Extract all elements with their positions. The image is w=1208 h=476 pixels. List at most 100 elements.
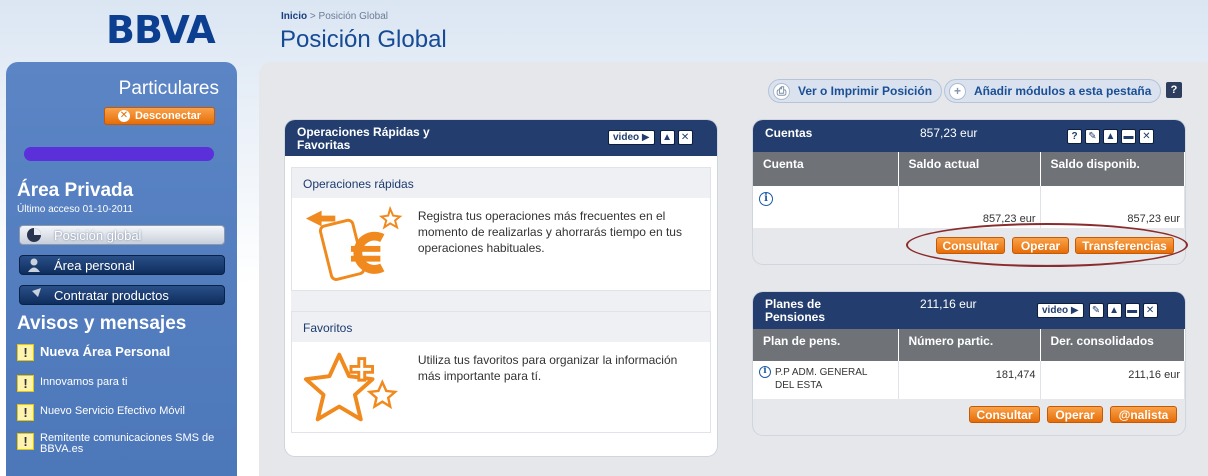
cuentas-total: 857,23 eur [920,126,978,140]
widget-controls: video ▶ ▲ ✕ [608,130,693,145]
nav-label: Posición global [54,227,142,243]
avisos-title: Avisos y mensajes [17,313,187,334]
aviso-label: Nueva Área Personal [40,344,171,359]
close-icon[interactable]: ✕ [677,130,693,145]
warning-icon: ! [17,433,34,450]
cuentas-title: Cuentas [765,126,813,140]
operaciones-title: Operaciones Rápidas y Favoritas [297,125,430,152]
video-button[interactable]: video ▶ [1037,303,1084,318]
highlight-ellipse [906,223,1188,267]
edit-icon[interactable]: ✎ [1085,129,1100,144]
rapidas-text: Registra tus operaciones más frecuentes … [417,209,682,255]
minimize-icon[interactable]: ▬ [1124,303,1140,318]
cuentas-header: Cuentas 857,23 eur ? ✎ ▲ ▬ ✕ [753,120,1185,152]
close-icon: ✕ [117,110,130,122]
planes-header: Planes de Pensiones 211,16 eur video ▶ ✎… [753,292,1185,329]
warning-icon: ! [17,404,34,421]
disconnect-label: Desconectar [134,110,202,122]
consultar-button[interactable]: Consultar [969,406,1040,423]
derechos-cell: 211,16 eur [1040,361,1185,399]
info-icon[interactable]: i [759,366,771,378]
aviso-label: Remitente comunicaciones SMS de BBVA.es [40,432,215,455]
planes-table: Plan de pens. Número partic. Der. consol… [753,329,1185,399]
plus-icon: + [949,82,966,100]
print-position-label: Ver o Imprimir Posición [798,84,933,98]
collapse-icon[interactable]: ▲ [1103,129,1118,144]
nav-contratar-productos[interactable]: Contratar productos [19,285,225,305]
warning-icon: ! [17,375,34,392]
aviso-item[interactable]: ! Innovamos para ti [17,375,232,392]
info-icon[interactable]: i [759,192,773,206]
close-icon[interactable]: ✕ [1142,303,1158,318]
aviso-item[interactable]: ! Nuevo Servicio Efectivo Móvil [17,404,232,421]
arrow-icon [28,288,41,301]
disconnect-button[interactable]: ✕ Desconectar [104,107,215,125]
sidebar: Particulares ✕ Desconectar Área Privada … [6,62,237,476]
minimize-icon[interactable]: ▬ [1121,129,1136,144]
analista-button[interactable]: @nalista [1110,406,1177,423]
warning-icon: ! [17,344,34,361]
aviso-label: Innovamos para ti [40,376,128,388]
rapidas-section: Operaciones rápidas Registra tus operaci… [291,167,711,291]
aviso-label: Nuevo Servicio Efectivo Móvil [40,405,185,417]
help-icon[interactable]: ? [1067,129,1082,144]
plan-name[interactable]: P.P ADM. GENERAL DEL ESTA [775,366,885,392]
account-cell: i [753,186,899,228]
user-icon [28,258,40,272]
planes-widget: Planes de Pensiones 211,16 eur video ▶ ✎… [753,292,1185,435]
edit-icon[interactable]: ✎ [1088,303,1104,318]
mobile-euro-icon [305,205,403,281]
widget-controls: ? ✎ ▲ ▬ ✕ [1067,129,1154,144]
breadcrumb: Inicio > Posición Global [281,11,388,22]
operaciones-widget: Operaciones Rápidas y Favoritas video ▶ … [285,120,717,456]
username-redacted [24,147,214,161]
favoritos-section: Favoritos Utiliza tus favoritos para org… [291,311,711,433]
participaciones-cell: 181,474 [898,361,1041,399]
saldo-actual-cell: 857,23 eur [898,186,1041,228]
favoritos-text: Utiliza tus favoritos para organizar la … [417,353,678,383]
cuentas-table: Cuenta Saldo actual Saldo disponib. i 85… [753,152,1185,228]
last-access: Último acceso 01-10-2011 [17,204,133,215]
aviso-item[interactable]: ! Nueva Área Personal [17,344,232,361]
rapidas-title: Operaciones rápidas [292,168,710,198]
help-button[interactable]: ? [1166,82,1182,98]
breadcrumb-separator: > [307,11,319,22]
table-row[interactable]: i 857,23 eur 857,23 eur [753,186,1185,228]
sidebar-title: Particulares [118,78,219,99]
video-label: video [1042,305,1069,316]
column-header: Saldo disponib. [1040,152,1185,186]
collapse-icon[interactable]: ▲ [1106,303,1122,318]
video-button[interactable]: video ▶ [608,130,655,145]
print-position-button[interactable]: ⎙ Ver o Imprimir Posición [768,79,943,103]
close-icon[interactable]: ✕ [1139,129,1154,144]
breadcrumb-current: Posición Global [318,11,389,22]
column-header: Cuenta [753,152,899,186]
operaciones-header: Operaciones Rápidas y Favoritas video ▶ … [285,120,717,156]
aviso-item[interactable]: ! Remitente comunicaciones SMS de BBVA.e… [17,433,232,455]
nav-area-personal[interactable]: Área personal [19,255,225,275]
column-header: Saldo actual [898,152,1041,186]
nav-posicion-global[interactable]: Posición global [19,225,225,245]
nav-label: Contratar productos [54,287,169,303]
add-modules-button[interactable]: + Añadir módulos a esta pestaña [944,79,1162,103]
table-row[interactable]: i P.P ADM. GENERAL DEL ESTA 181,474 211,… [753,361,1185,399]
planes-total: 211,16 eur [920,297,977,311]
breadcrumb-home[interactable]: Inicio [281,11,307,22]
collapse-icon[interactable]: ▲ [659,130,675,145]
planes-title: Planes de Pensiones [765,297,826,324]
widget-controls: video ▶ ✎ ▲ ▬ ✕ [1037,303,1158,318]
plan-cell: i P.P ADM. GENERAL DEL ESTA [753,361,899,399]
area-title: Área Privada [17,180,134,201]
operar-button[interactable]: Operar [1047,406,1103,423]
column-header: Der. consolidados [1040,329,1185,361]
column-header: Plan de pens. [753,329,899,361]
page-title: Posición Global [280,26,447,53]
bbva-logo[interactable]: BBVA [106,8,216,52]
printer-icon: ⎙ [773,82,790,100]
nav-label: Área personal [54,257,135,273]
add-modules-label: Añadir módulos a esta pestaña [974,84,1152,98]
favoritos-title: Favoritos [292,312,710,342]
pie-chart-icon [27,228,41,242]
saldo-disponible-cell: 857,23 eur [1040,186,1185,228]
video-label: video [613,132,640,143]
